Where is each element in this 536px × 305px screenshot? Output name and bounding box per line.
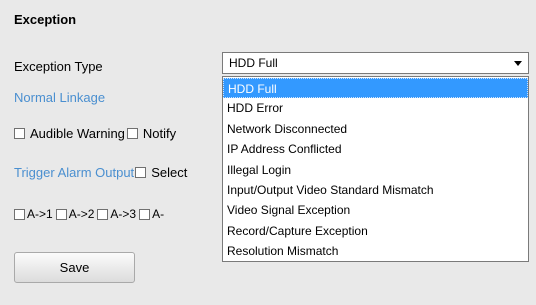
exception-type-selected-value: HDD Full [229, 56, 278, 70]
dropdown-option-hdd-full[interactable]: HDD Full [223, 78, 528, 99]
trigger-alarm-output-row: Trigger Alarm Output Select [14, 165, 187, 180]
exception-type-dropdown-list: HDD Full HDD Error Network Disconnected … [222, 76, 529, 262]
alarm-output-checkbox[interactable] [97, 208, 109, 220]
trigger-alarm-output-label: Trigger Alarm Output [14, 165, 135, 180]
alarm-output-item[interactable]: A- [139, 207, 164, 221]
alarm-output-item[interactable]: A->1 [14, 207, 53, 221]
alarm-output-item[interactable]: A->2 [55, 207, 95, 221]
notify-checkbox[interactable] [126, 128, 138, 139]
alarm-output-checkbox[interactable] [139, 208, 151, 220]
alarm-output-item[interactable]: A->3 [97, 207, 136, 221]
alarm-output-label: A->2 [68, 207, 95, 221]
alarm-output-checkbox[interactable] [14, 208, 25, 220]
dropdown-option-ip-address-conflicted[interactable]: IP Address Conflicted [223, 139, 528, 159]
exception-type-label: Exception Type [14, 59, 103, 74]
chevron-down-icon[interactable] [514, 61, 522, 66]
alarm-output-label: A- [152, 207, 165, 221]
dropdown-option-record-capture-exception[interactable]: Record/Capture Exception [223, 221, 528, 241]
linkage-options-row: Audible Warning Notify [14, 126, 176, 141]
alarm-output-checkbox[interactable] [55, 208, 67, 220]
dropdown-option-illegal-login[interactable]: Illegal Login [223, 160, 528, 180]
audible-warning-checkbox[interactable] [14, 128, 25, 139]
alarm-output-label: A->1 [27, 207, 53, 221]
section-title: Exception [14, 12, 77, 27]
dropdown-option-video-signal-exception[interactable]: Video Signal Exception [223, 200, 528, 220]
normal-linkage-label: Normal Linkage [14, 90, 106, 105]
alarm-output-label: A->3 [110, 207, 137, 221]
alarm-outputs-row: A->1 A->2 A->3 A- [14, 207, 167, 221]
exception-type-select[interactable]: HDD Full [222, 52, 529, 74]
dropdown-option-resolution-mismatch[interactable]: Resolution Mismatch [223, 241, 528, 261]
dropdown-option-hdd-error[interactable]: HDD Error [223, 98, 528, 118]
audible-warning-label: Audible Warning [30, 126, 125, 141]
select-all-label: Select [151, 165, 188, 180]
select-all-checkbox[interactable] [135, 167, 147, 178]
dropdown-option-video-standard-mismatch[interactable]: Input/Output Video Standard Mismatch [223, 180, 528, 200]
save-button[interactable]: Save [14, 252, 135, 283]
dropdown-option-network-disconnected[interactable]: Network Disconnected [223, 119, 528, 139]
notify-label: Notify [142, 126, 177, 141]
